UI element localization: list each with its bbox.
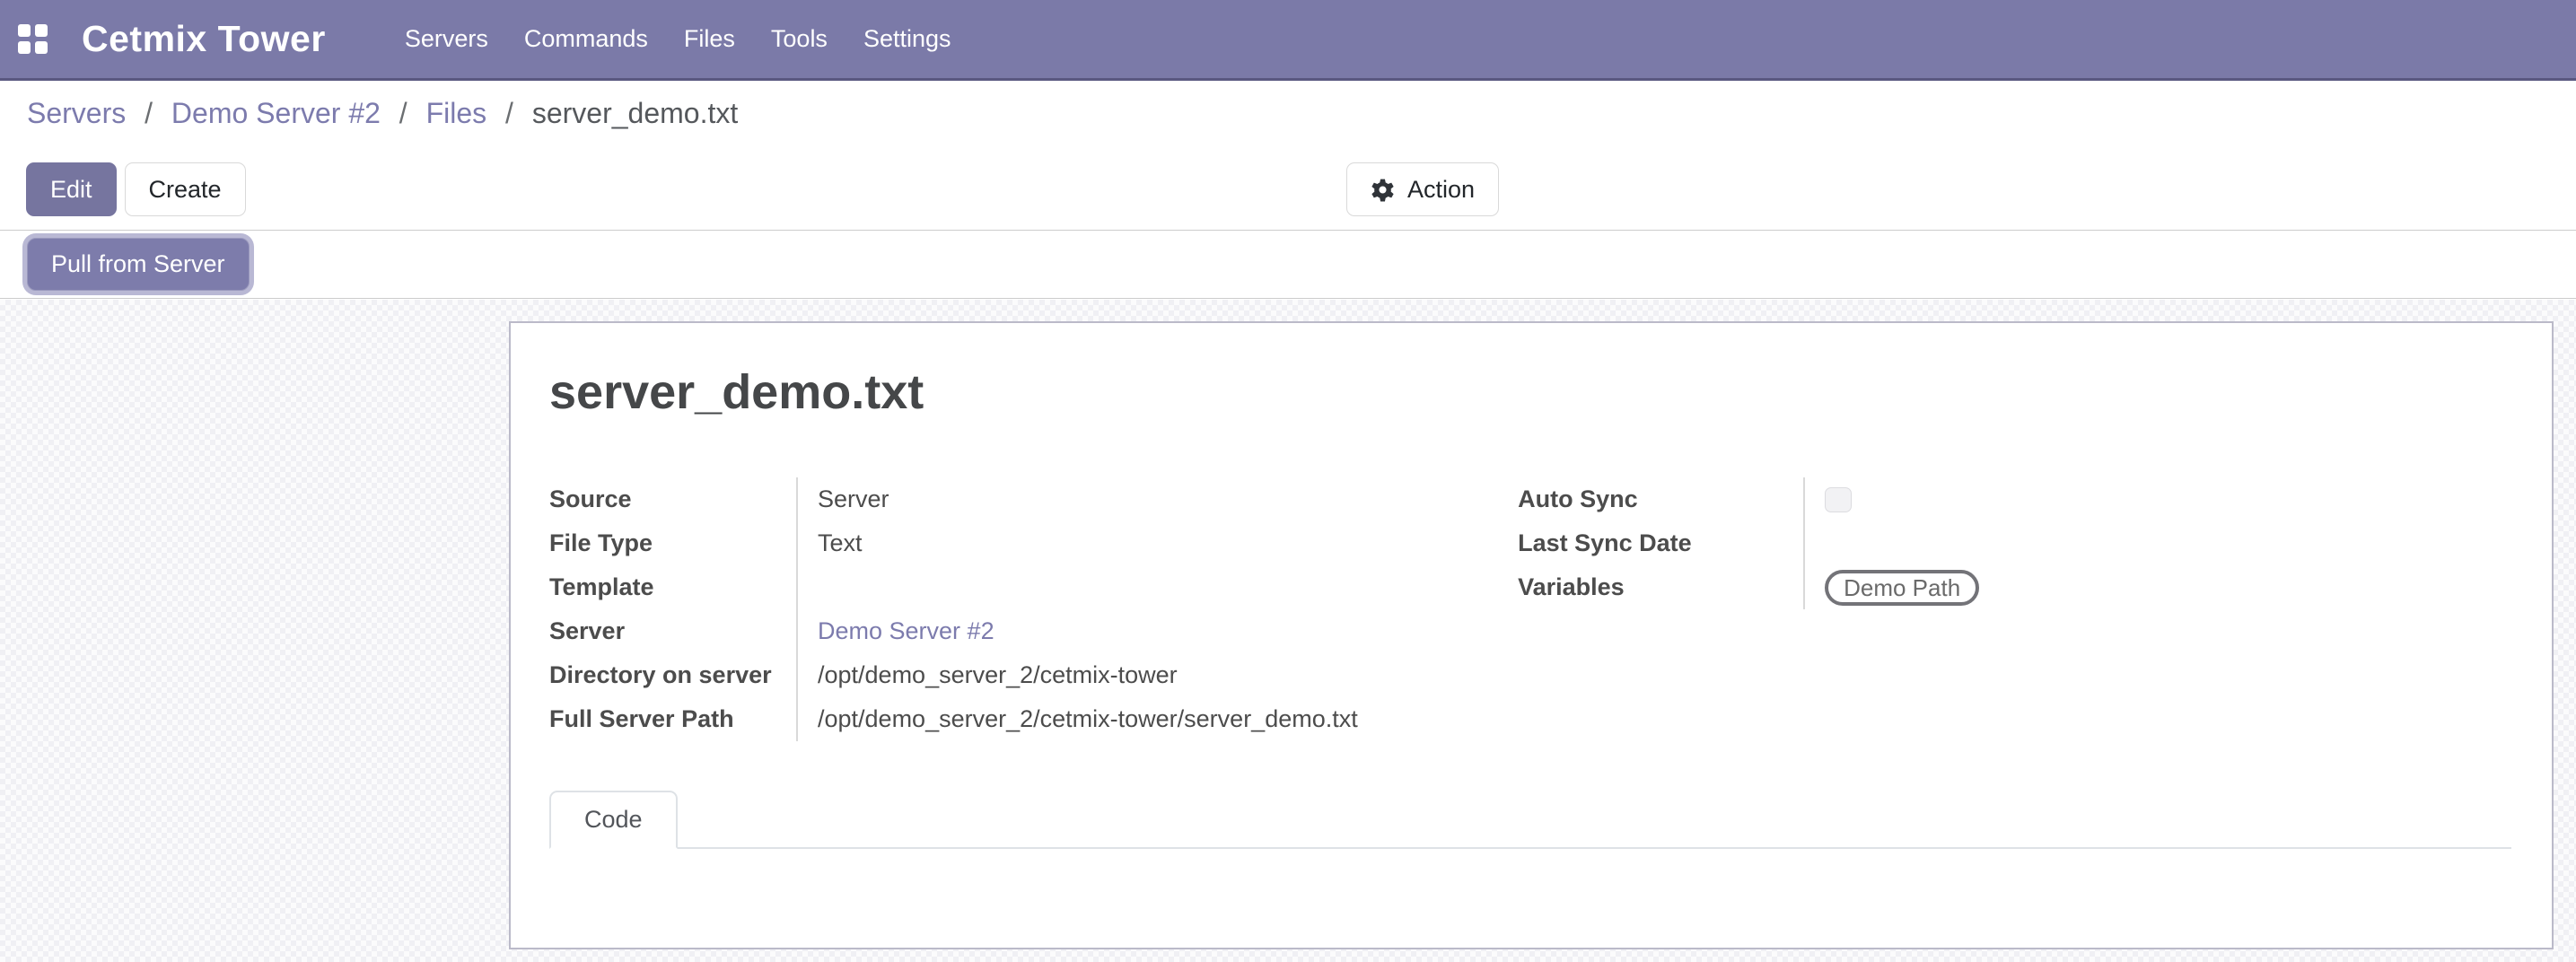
field-label-directory: Directory on server [549, 661, 796, 689]
form-background: server_demo.txt Source Server File Type … [0, 300, 2576, 962]
control-panel: Servers / Demo Server #2 / Files / serve… [0, 81, 2576, 231]
nav-item-files[interactable]: Files [666, 0, 753, 78]
field-value-source: Server [796, 477, 1485, 521]
field-label-full-path: Full Server Path [549, 705, 796, 733]
notebook-tabs: Code [549, 791, 2511, 849]
nav-item-servers[interactable]: Servers [387, 0, 506, 78]
auto-sync-checkbox[interactable] [1825, 487, 1852, 512]
field-value-auto-sync [1803, 477, 2511, 521]
main-menu: Servers Commands Files Tools Settings [387, 0, 969, 78]
gear-icon [1371, 178, 1395, 202]
field-label-source: Source [549, 485, 796, 513]
field-row-auto-sync: Auto Sync [1518, 477, 2511, 521]
pull-from-server-button[interactable]: Pull from Server [27, 238, 250, 291]
server-link[interactable]: Demo Server #2 [818, 617, 994, 645]
field-label-template: Template [549, 573, 796, 601]
edit-button[interactable]: Edit [26, 162, 117, 216]
form-sheet: server_demo.txt Source Server File Type … [509, 321, 2554, 949]
field-row-variables: Variables Demo Path [1518, 565, 2511, 609]
breadcrumb-separator: / [505, 97, 513, 129]
page-title: server_demo.txt [549, 364, 2552, 420]
field-value-file-type: Text [796, 521, 1485, 565]
field-row-template: Template [549, 565, 1485, 609]
field-label-auto-sync: Auto Sync [1518, 485, 1803, 513]
breadcrumb-separator: / [145, 97, 153, 129]
breadcrumb-files[interactable]: Files [426, 97, 487, 129]
nav-item-commands[interactable]: Commands [506, 0, 666, 78]
breadcrumb-current: server_demo.txt [532, 97, 738, 129]
field-value-directory: /opt/demo_server_2/cetmix-tower [796, 653, 1485, 697]
breadcrumb-separator: / [399, 97, 407, 129]
breadcrumb: Servers / Demo Server #2 / Files / serve… [27, 97, 738, 130]
form-statusbar: Pull from Server [0, 232, 2576, 299]
field-row-file-type: File Type Text [549, 521, 1485, 565]
field-label-server: Server [549, 617, 796, 645]
field-row-directory: Directory on server /opt/demo_server_2/c… [549, 653, 1485, 697]
create-button[interactable]: Create [125, 162, 246, 216]
app-window: Cetmix Tower Servers Commands Files Tool… [0, 0, 2576, 962]
field-row-source: Source Server [549, 477, 1485, 521]
field-row-full-path: Full Server Path /opt/demo_server_2/cetm… [549, 697, 1485, 741]
tab-code[interactable]: Code [549, 791, 678, 849]
field-group-left: Source Server File Type Text Template Se… [549, 477, 1485, 741]
brand-title[interactable]: Cetmix Tower [82, 18, 326, 60]
field-label-file-type: File Type [549, 529, 796, 557]
apps-grid-icon[interactable] [18, 24, 48, 54]
breadcrumb-servers[interactable]: Servers [27, 97, 126, 129]
field-value-server: Demo Server #2 [796, 609, 1485, 653]
breadcrumb-demo-server-2[interactable]: Demo Server #2 [171, 97, 381, 129]
top-navbar: Cetmix Tower Servers Commands Files Tool… [0, 0, 2576, 81]
field-value-full-path: /opt/demo_server_2/cetmix-tower/server_d… [796, 697, 1485, 741]
field-group-right: Auto Sync Last Sync Date Variables Demo … [1518, 477, 2511, 741]
field-groups: Source Server File Type Text Template Se… [549, 477, 2511, 741]
variable-tag-demo-path: Demo Path [1825, 570, 1979, 606]
field-label-last-sync-date: Last Sync Date [1518, 529, 1803, 557]
action-button-label: Action [1407, 176, 1475, 204]
form-buttons: Edit Create [26, 162, 246, 216]
nav-item-tools[interactable]: Tools [753, 0, 846, 78]
field-row-server: Server Demo Server #2 [549, 609, 1485, 653]
field-row-last-sync-date: Last Sync Date [1518, 521, 2511, 565]
field-value-last-sync-date [1803, 521, 2511, 565]
nav-item-settings[interactable]: Settings [846, 0, 969, 78]
field-label-variables: Variables [1518, 573, 1803, 601]
field-value-template [796, 565, 1485, 609]
field-value-variables: Demo Path [1803, 565, 2511, 609]
action-button[interactable]: Action [1346, 162, 1499, 216]
